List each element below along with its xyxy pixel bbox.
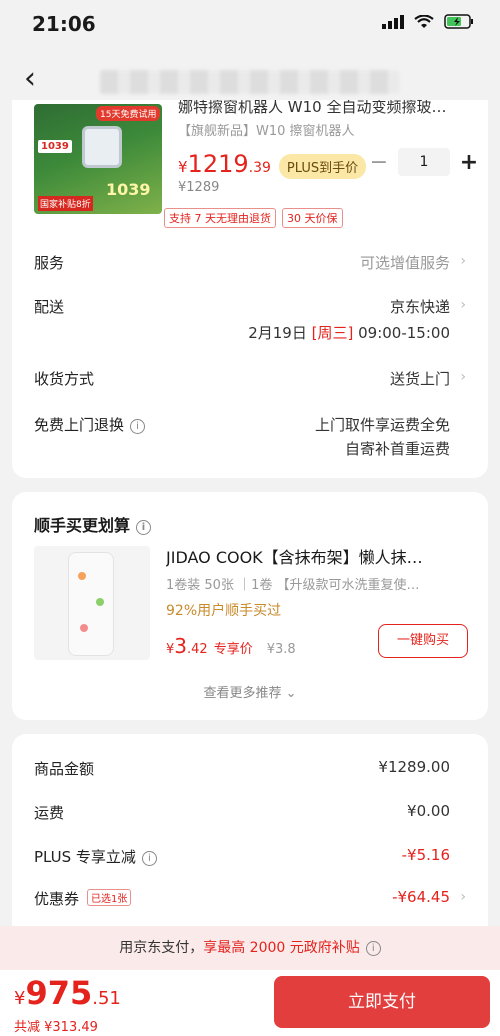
product-image[interactable]: 15天免费试用 1039 1039 国家补贴8折 bbox=[34, 104, 162, 214]
plus-label: PLUS 专享立减 i bbox=[34, 846, 157, 867]
subsidy-banner[interactable]: 用京东支付，享最高 2000 元政府补贴 i bbox=[0, 926, 500, 970]
receive-value: 送货上门 bbox=[389, 370, 450, 388]
plus-value: -¥5.16 bbox=[401, 846, 450, 864]
chevron-right-icon: › bbox=[460, 297, 466, 313]
product-card: 15天免费试用 1039 1039 国家补贴8折 娜特擦窗机器人 W10 全自动… bbox=[12, 100, 488, 478]
total-saved: 共减 ¥313.49 bbox=[14, 1020, 98, 1035]
delivery-label: 配送 bbox=[34, 298, 65, 316]
quantity-stepper: − 1 + bbox=[368, 148, 480, 176]
receive-label: 收货方式 bbox=[34, 370, 95, 388]
delivery-time-row: 2月19日 [周三] 09:00-15:00 bbox=[34, 322, 466, 342]
product-tags: 支持 7 天无理由退货 30 天价保 bbox=[164, 208, 343, 228]
status-time: 21:06 bbox=[32, 12, 96, 36]
return-value-1: 上门取件享运费全免 bbox=[314, 416, 450, 434]
tag-price-protect: 30 天价保 bbox=[282, 208, 343, 228]
tag-return: 支持 7 天无理由退货 bbox=[164, 208, 276, 228]
image-subsidy-badge: 国家补贴8折 bbox=[38, 196, 93, 211]
total-currency: ¥ bbox=[14, 988, 26, 1009]
see-more-link[interactable]: 查看更多推荐 ⌄ bbox=[12, 682, 488, 701]
coupon-label-text: 优惠券 bbox=[34, 890, 80, 908]
rec-old-price: ¥3.8 bbox=[266, 642, 296, 657]
subsidy-highlight: 享最高 2000 元政府补贴 bbox=[203, 940, 360, 956]
chevron-right-icon: › bbox=[460, 253, 466, 269]
info-icon[interactable]: i bbox=[141, 851, 157, 866]
battery-icon bbox=[444, 14, 473, 29]
product-title[interactable]: 娜特擦窗机器人 W10 全自动变频擦玻… bbox=[178, 100, 470, 118]
service-value: 可选增值服务 bbox=[359, 254, 450, 272]
delivery-value: 京东快递 bbox=[389, 298, 450, 316]
return-value-2: 自寄补首重运费 bbox=[344, 440, 450, 458]
coupon-value: -¥64.45 bbox=[392, 888, 450, 906]
pattern-dot bbox=[96, 598, 104, 606]
recommend-header: 顺手买更划算 i bbox=[34, 512, 152, 536]
info-icon[interactable]: i bbox=[136, 520, 152, 535]
paper-roll-graphic bbox=[68, 552, 114, 656]
minus-icon[interactable]: − bbox=[368, 150, 390, 175]
goods-value: ¥1289.00 bbox=[378, 758, 450, 776]
robot-graphic bbox=[82, 126, 122, 168]
price-integer: 1219 bbox=[187, 150, 249, 178]
price-currency: ¥ bbox=[178, 158, 188, 176]
pattern-dot bbox=[78, 572, 86, 580]
service-label: 服务 bbox=[34, 254, 65, 272]
recommend-title[interactable]: JIDAO COOK【含抹布架】懒人抹… bbox=[166, 544, 466, 568]
delivery-schedule: 2月19日 [周三] 09:00-15:00 bbox=[248, 322, 450, 343]
quantity-input[interactable]: 1 bbox=[398, 148, 450, 176]
plus-label-text: PLUS 专享立减 bbox=[34, 848, 136, 866]
checkout-bar: ¥ 975 .51 共减 ¥313.49 立即支付 bbox=[0, 970, 500, 1036]
info-icon[interactable]: i bbox=[130, 419, 146, 434]
recommend-price: ¥ 3 .42 专享价 ¥3.8 bbox=[166, 634, 296, 658]
delivery-date: 2月19日 bbox=[248, 324, 307, 342]
image-price-badge: 1039 bbox=[38, 140, 72, 153]
coupon-label: 优惠券 已选1张 bbox=[34, 888, 132, 909]
chevron-right-icon: › bbox=[460, 889, 466, 905]
rec-price-dec: .42 bbox=[187, 642, 208, 657]
info-icon[interactable]: i bbox=[365, 941, 381, 956]
return-label-text: 免费上门退换 bbox=[34, 416, 125, 434]
product-price: ¥ 1219 .39 PLUS到手价 bbox=[178, 150, 367, 179]
shipping-label: 运费 bbox=[34, 804, 65, 822]
subsidy-prefix: 用京东支付， bbox=[119, 940, 204, 956]
rec-exclusive: 专享价 bbox=[213, 642, 253, 657]
back-chevron-icon[interactable]: ‹ bbox=[24, 64, 36, 94]
recommend-card: 顺手买更划算 i JIDAO COOK【含抹布架】懒人抹… 1卷装 50张 ｜1卷… bbox=[12, 492, 488, 720]
recommend-percent: 92%用户顺手买过 bbox=[166, 603, 282, 619]
total-decimal: .51 bbox=[92, 988, 121, 1009]
recommend-spec: 1卷装 50张 ｜1卷 【升级款可水洗重复使… bbox=[166, 578, 420, 593]
recommend-header-text: 顺手买更划算 bbox=[34, 516, 131, 535]
delivery-day: [周三] bbox=[311, 324, 354, 342]
wifi-icon bbox=[414, 14, 434, 28]
image-big-price: 1039 bbox=[106, 180, 151, 199]
price-decimal: .39 bbox=[248, 160, 271, 176]
status-bar: 21:06 bbox=[0, 0, 500, 52]
shipping-value: ¥0.00 bbox=[407, 802, 450, 820]
original-price: ¥1289 bbox=[178, 180, 220, 195]
plus-price-tag: PLUS到手价 bbox=[278, 154, 367, 179]
blurred-address-title bbox=[100, 70, 400, 94]
pattern-dot bbox=[80, 624, 88, 632]
plus-icon[interactable]: + bbox=[458, 150, 480, 175]
total-price: ¥ 975 .51 bbox=[14, 974, 121, 1012]
total-integer: 975 bbox=[25, 974, 93, 1012]
delivery-time: 09:00-15:00 bbox=[358, 324, 450, 342]
signal-icon bbox=[382, 14, 404, 29]
goods-label: 商品金额 bbox=[34, 760, 95, 778]
status-icons bbox=[382, 14, 474, 29]
chevron-right-icon: › bbox=[460, 369, 466, 385]
coupon-selected-tag: 已选1张 bbox=[87, 889, 132, 906]
return-label: 免费上门退换 i bbox=[34, 414, 146, 435]
rec-currency: ¥ bbox=[166, 642, 175, 657]
pay-now-button[interactable]: 立即支付 bbox=[274, 976, 490, 1028]
product-subtitle: 【旗舰新品】W10 擦窗机器人 bbox=[178, 124, 355, 139]
image-ribbon: 15天免费试用 bbox=[96, 106, 161, 121]
rec-price-int: 3 bbox=[174, 634, 188, 658]
recommend-product-image[interactable] bbox=[34, 546, 150, 660]
one-click-buy-button[interactable]: 一键购买 bbox=[378, 624, 468, 658]
